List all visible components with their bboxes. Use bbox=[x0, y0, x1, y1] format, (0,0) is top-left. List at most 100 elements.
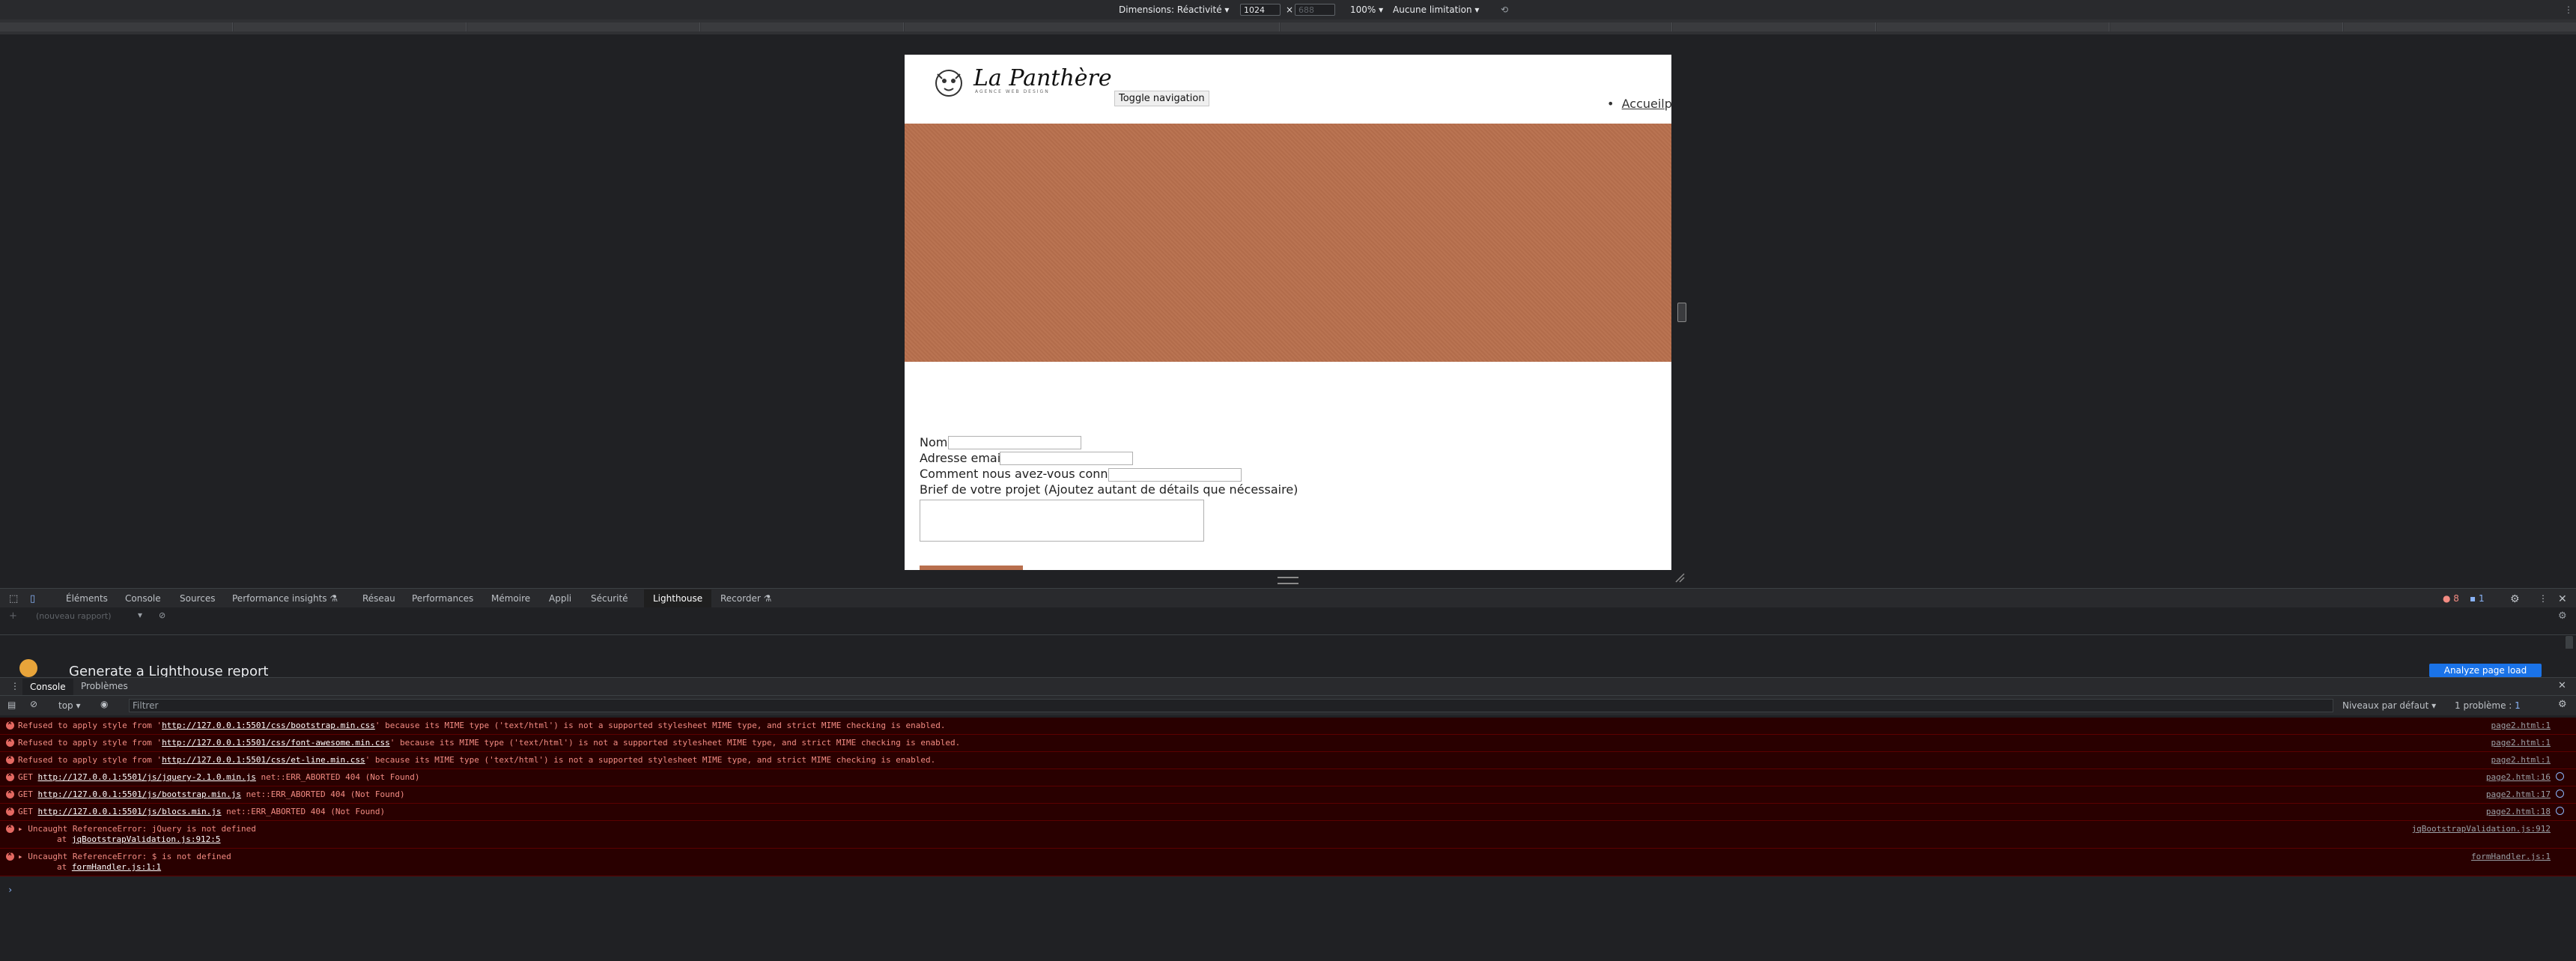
live-expression-eye-icon[interactable]: ◉ bbox=[100, 699, 108, 709]
message-source-link[interactable]: page2.html:18 bbox=[2486, 807, 2551, 816]
log-levels-select[interactable]: Niveaux par défaut ▾ bbox=[2342, 700, 2436, 711]
media-query-segment[interactable] bbox=[2110, 22, 2343, 31]
message-url[interactable]: http://127.0.0.1:5501/css/bootstrap.min.… bbox=[162, 721, 375, 730]
media-query-segment[interactable] bbox=[1673, 22, 1876, 31]
brief-textarea[interactable] bbox=[920, 500, 1204, 542]
tab-console[interactable]: Console bbox=[125, 593, 161, 604]
dimensions-select[interactable]: Dimensions: Réactivité ▾ bbox=[1119, 4, 1229, 15]
nav-item-accueil[interactable]: • Accueilpa bbox=[1607, 97, 1671, 111]
message-source-link[interactable]: page2.html:1 bbox=[2491, 755, 2551, 765]
report-select-chevron-icon[interactable]: ▾ bbox=[138, 610, 142, 620]
media-query-segment[interactable] bbox=[905, 22, 1280, 31]
console-error-message[interactable]: GET http://127.0.0.1:5501/js/bootstrap.m… bbox=[0, 786, 2576, 804]
submit-button[interactable] bbox=[920, 566, 1023, 570]
tab-lighthouse[interactable]: Lighthouse bbox=[644, 589, 712, 609]
tab-performance-insights[interactable]: Performance insights ⚗ bbox=[232, 593, 338, 604]
logo-text[interactable]: La Panthère bbox=[973, 65, 1112, 91]
more-options-icon[interactable]: ⋮ bbox=[2564, 4, 2573, 15]
message-url[interactable]: http://127.0.0.1:5501/js/blocs.min.js bbox=[38, 807, 222, 816]
toggle-navigation-button[interactable]: Toggle navigation bbox=[1114, 91, 1209, 106]
drawer-menu-icon[interactable]: ⋮ bbox=[10, 681, 19, 691]
network-request-icon[interactable] bbox=[2556, 789, 2564, 798]
message-source-link[interactable]: page2.html:1 bbox=[2491, 721, 2551, 730]
media-query-segment[interactable] bbox=[2344, 22, 2576, 31]
device-toolbar-icon[interactable]: ▯ bbox=[30, 593, 35, 604]
message-url[interactable]: http://127.0.0.1:5501/css/et-line.min.cs… bbox=[162, 755, 365, 765]
tab-performance[interactable]: Performances bbox=[412, 593, 473, 604]
network-request-icon[interactable] bbox=[2556, 772, 2564, 780]
message-source-link[interactable]: page2.html:17 bbox=[2486, 789, 2551, 799]
more-options-icon[interactable]: ⋮ bbox=[2539, 593, 2548, 604]
console-settings-icon[interactable]: ⚙ bbox=[2558, 699, 2567, 710]
drawer-tab-console[interactable]: Console bbox=[22, 679, 73, 695]
viewport-resize-corner-icon[interactable] bbox=[1674, 572, 1685, 583]
rotate-icon[interactable]: ⟲ bbox=[1501, 4, 1508, 15]
clear-reports-icon[interactable]: ⊘ bbox=[159, 610, 165, 620]
clear-console-icon[interactable]: ⊘ bbox=[30, 699, 37, 709]
settings-gear-icon[interactable]: ⚙ bbox=[2510, 593, 2520, 605]
console-filter-input[interactable]: Filtrer bbox=[129, 699, 2333, 712]
console-error-message[interactable]: Refused to apply style from 'http://127.… bbox=[0, 718, 2576, 735]
lighthouse-settings-icon[interactable]: ⚙ bbox=[2558, 610, 2567, 622]
error-icon bbox=[6, 788, 14, 798]
console-error-message[interactable]: GET http://127.0.0.1:5501/js/blocs.min.j… bbox=[0, 804, 2576, 821]
tab-memory[interactable]: Mémoire bbox=[491, 593, 530, 604]
stack-link[interactable]: jqBootstrapValidation.js:912:5 bbox=[72, 834, 221, 844]
report-select[interactable]: (nouveau rapport) bbox=[36, 611, 112, 621]
message-suffix: ' because its MIME type ('text/html') is… bbox=[374, 721, 946, 730]
message-url[interactable]: http://127.0.0.1:5501/js/bootstrap.min.j… bbox=[38, 789, 242, 799]
media-query-segment[interactable] bbox=[1877, 22, 2109, 31]
media-query-segment[interactable] bbox=[467, 22, 700, 31]
zoom-select[interactable]: 100% ▾ bbox=[1350, 4, 1383, 15]
close-drawer-icon[interactable]: ✕ bbox=[2558, 680, 2566, 691]
nav-link-accueil[interactable]: Accueil bbox=[1622, 97, 1665, 111]
referral-field[interactable] bbox=[1108, 468, 1242, 482]
analyze-page-load-button[interactable]: Analyze page load bbox=[2429, 664, 2542, 677]
console-error-message[interactable]: Refused to apply style from 'http://127.… bbox=[0, 752, 2576, 769]
email-field[interactable] bbox=[1000, 452, 1133, 465]
message-url[interactable]: http://127.0.0.1:5501/css/font-awesome.m… bbox=[162, 738, 390, 748]
error-counter[interactable]: ● 8 bbox=[2443, 593, 2459, 604]
message-source-link[interactable]: page2.html:16 bbox=[2486, 772, 2551, 782]
referral-row: Comment nous avez-vous connu ? bbox=[920, 467, 1126, 481]
name-field[interactable] bbox=[948, 436, 1081, 449]
tab-elements[interactable]: Éléments bbox=[66, 593, 108, 604]
drawer-tab-issues[interactable]: Problèmes bbox=[81, 681, 128, 691]
close-devtools-icon[interactable]: ✕ bbox=[2558, 593, 2567, 605]
stack-trace: at jqBootstrapValidation.js:912:5 bbox=[57, 834, 221, 844]
tab-application[interactable]: Appli bbox=[549, 593, 571, 604]
console-error-message[interactable]: GET http://127.0.0.1:5501/js/jquery-2.1.… bbox=[0, 769, 2576, 786]
tab-sources[interactable]: Sources bbox=[180, 593, 215, 604]
console-error-message[interactable]: ▸ Uncaught ReferenceError: jQuery is not… bbox=[0, 821, 2576, 849]
network-request-icon[interactable] bbox=[2556, 807, 2564, 815]
console-error-message[interactable]: Refused to apply style from 'http://127.… bbox=[0, 735, 2576, 752]
tab-security[interactable]: Sécurité bbox=[591, 593, 628, 604]
message-source-link[interactable]: jqBootstrapValidation.js:912 bbox=[2412, 824, 2551, 834]
viewport-resize-handle-right[interactable] bbox=[1677, 303, 1686, 322]
info-counter[interactable]: ▪ 1 bbox=[2470, 593, 2485, 604]
media-query-segment[interactable] bbox=[234, 22, 467, 31]
console-error-message[interactable]: ▸ Uncaught ReferenceError: $ is not defi… bbox=[0, 849, 2576, 876]
throttle-select[interactable]: Aucune limitation ▾ bbox=[1393, 4, 1479, 15]
sidebar-toggle-icon[interactable]: ▤ bbox=[7, 700, 16, 710]
media-query-segment[interactable] bbox=[701, 22, 904, 31]
media-query-segment[interactable] bbox=[0, 22, 233, 31]
issues-counter[interactable]: 1 problème : 1 bbox=[2455, 700, 2521, 711]
height-input[interactable]: 688 bbox=[1295, 4, 1335, 16]
email-label: Adresse email bbox=[920, 451, 1004, 465]
viewport-resize-handle-bottom[interactable] bbox=[1278, 577, 1298, 584]
context-select[interactable]: top ▾ bbox=[58, 700, 81, 711]
message-prefix: GET bbox=[18, 772, 38, 782]
tab-network[interactable]: Réseau bbox=[362, 593, 395, 604]
media-query-segment[interactable] bbox=[1281, 22, 1672, 31]
message-source-link[interactable]: formHandler.js:1 bbox=[2471, 852, 2551, 861]
width-input[interactable]: 1024 bbox=[1240, 4, 1281, 16]
name-label: Nom bbox=[920, 435, 948, 449]
plus-icon[interactable]: + bbox=[9, 610, 17, 622]
message-source-link[interactable]: page2.html:1 bbox=[2491, 738, 2551, 748]
message-url[interactable]: http://127.0.0.1:5501/js/jquery-2.1.0.mi… bbox=[38, 772, 256, 782]
console-prompt[interactable]: › bbox=[7, 885, 13, 895]
stack-link[interactable]: formHandler.js:1:1 bbox=[72, 862, 161, 872]
inspect-element-icon[interactable]: ⬚ bbox=[9, 593, 18, 604]
tab-recorder[interactable]: Recorder ⚗ bbox=[720, 593, 771, 604]
